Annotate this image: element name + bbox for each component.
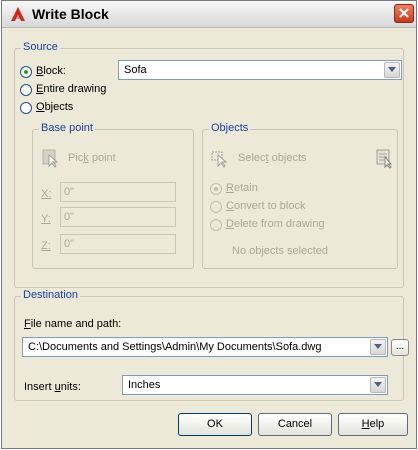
dialog-title: Write Block [32,6,109,22]
convert-to-block-radio[interactable] [210,201,222,213]
delete-from-drawing-label: Delete from drawing [226,218,325,230]
convert-to-block-label: Convert to block [226,200,306,212]
ok-button[interactable]: OK [178,413,252,436]
chevron-down-icon [374,344,382,349]
help-button[interactable]: Help [338,413,408,436]
y-field[interactable]: 0" [60,207,176,227]
x-label: X: [41,188,52,200]
destination-legend: Destination [21,289,81,301]
block-name-combo[interactable]: Sofa [118,60,402,80]
z-field[interactable]: 0" [60,234,176,254]
entire-drawing-radio[interactable] [20,84,32,96]
pick-point-label: Pick point [68,152,116,164]
base-point-legend: Base point [39,122,95,134]
insert-units-label: Insert units: [24,381,81,393]
close-button[interactable] [394,4,414,23]
file-path-combo[interactable]: C:\Documents and Settings\Admin\My Docum… [22,337,388,357]
x-field[interactable]: 0" [60,182,176,202]
insert-units-dropdown-button[interactable] [370,377,386,393]
block-radio[interactable] [20,66,32,78]
quick-select-icon [376,149,393,169]
cancel-button[interactable]: Cancel [258,413,332,436]
select-objects-button[interactable] [210,147,232,169]
browse-button[interactable]: ... [391,339,409,356]
pick-point-button[interactable] [40,147,62,169]
entire-drawing-label: Entire drawing [36,83,107,95]
chevron-down-icon [374,382,382,387]
objects-status-text: No objects selected [232,245,328,257]
chevron-down-icon [388,67,396,72]
objects-radio[interactable] [20,102,32,114]
objects-label: Objects [36,101,74,113]
retain-label: Retain [226,182,258,194]
z-label: Z: [41,240,51,252]
file-path-dropdown-button[interactable] [370,339,386,355]
select-objects-icon [211,151,228,168]
y-label: Y: [41,213,51,225]
objects-legend: Objects [209,122,251,134]
block-name-value: Sofa [124,64,147,76]
file-name-label: File name and path: [24,318,122,330]
autocad-a-icon [11,7,25,21]
pick-point-icon [42,149,59,168]
block-name-dropdown-button[interactable] [384,62,400,78]
write-block-dialog: Write Block Source Block: Sofa Entire dr… [1,0,417,449]
retain-radio[interactable] [210,183,222,195]
quick-select-button[interactable] [374,147,396,169]
insert-units-combo[interactable]: Inches [122,375,388,395]
file-path-value: C:\Documents and Settings\Admin\My Docum… [28,341,322,353]
delete-from-drawing-radio[interactable] [210,219,222,231]
block-label: Block: [36,65,66,77]
title-bar[interactable]: Write Block [2,1,416,28]
close-x-icon [399,8,409,18]
select-objects-label: Select objects [238,152,307,164]
source-legend: Source [21,41,60,53]
insert-units-value: Inches [128,379,161,391]
